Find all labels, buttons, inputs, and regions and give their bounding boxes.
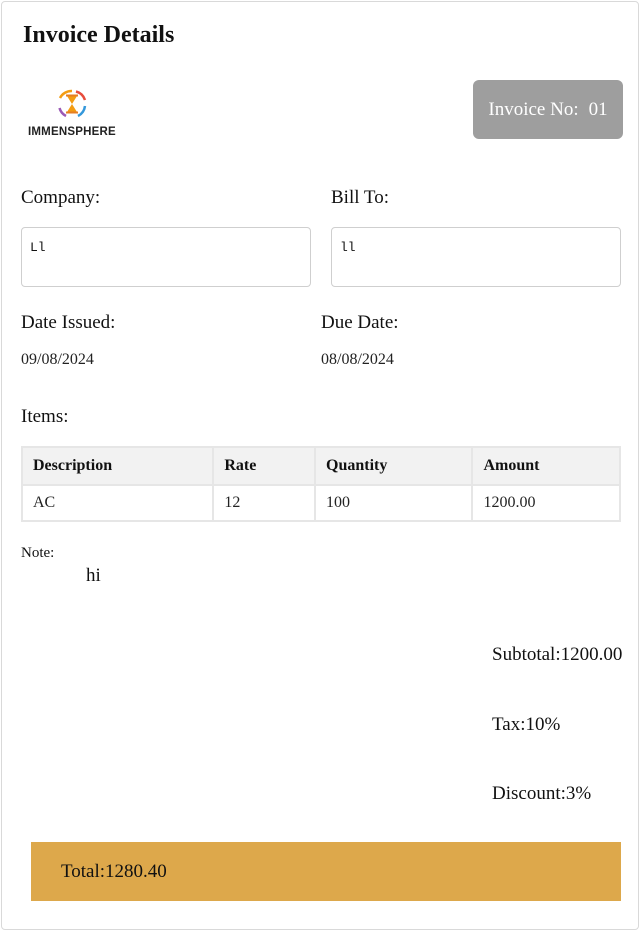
company-logo: IMMENSPHERE	[26, 84, 122, 142]
due-date-value[interactable]: 08/08/2024	[321, 351, 394, 369]
hourglass-ring-logo-icon	[58, 89, 87, 118]
cell-description[interactable]: AC	[20, 484, 215, 522]
logo-text: IMMENSPHERE	[28, 126, 116, 138]
column-header-amount: Amount	[471, 446, 621, 486]
invoice-number-label: Invoice No:	[488, 98, 579, 120]
company-field[interactable]: Ll	[21, 227, 311, 287]
items-table: Description Rate Quantity Amount AC 12 1…	[20, 446, 621, 522]
items-label: Items:	[21, 406, 69, 427]
page-title: Invoice Details	[23, 22, 175, 48]
date-issued-label: Date Issued:	[21, 312, 116, 333]
column-header-description: Description	[20, 446, 215, 486]
note-value[interactable]: hi	[86, 565, 101, 587]
table-header-row: Description Rate Quantity Amount	[20, 446, 621, 486]
subtotal-text: Subtotal:1200.00	[492, 644, 623, 665]
cell-amount: 1200.00	[471, 484, 621, 522]
tax-text: Tax:10%	[492, 714, 561, 735]
due-date-label: Due Date:	[321, 312, 399, 333]
date-issued-value[interactable]: 09/08/2024	[21, 351, 94, 369]
column-header-quantity: Quantity	[313, 446, 474, 486]
table-row: AC 12 100 1200.00	[20, 484, 621, 522]
total-text: Total:1280.40	[61, 860, 167, 882]
discount-text: Discount:3%	[492, 783, 592, 804]
invoice-number-badge: Invoice No: 01	[473, 80, 623, 139]
cell-quantity[interactable]: 100	[313, 484, 474, 522]
bill-to-label: Bill To:	[331, 187, 389, 208]
bill-to-field[interactable]: ll	[331, 227, 621, 287]
note-label: Note:	[21, 545, 55, 561]
total-bar: Total:1280.40	[31, 842, 621, 901]
column-header-rate: Rate	[212, 446, 316, 486]
company-label: Company:	[21, 187, 101, 208]
invoice-number-value: 01	[588, 98, 608, 120]
cell-rate[interactable]: 12	[212, 484, 316, 522]
